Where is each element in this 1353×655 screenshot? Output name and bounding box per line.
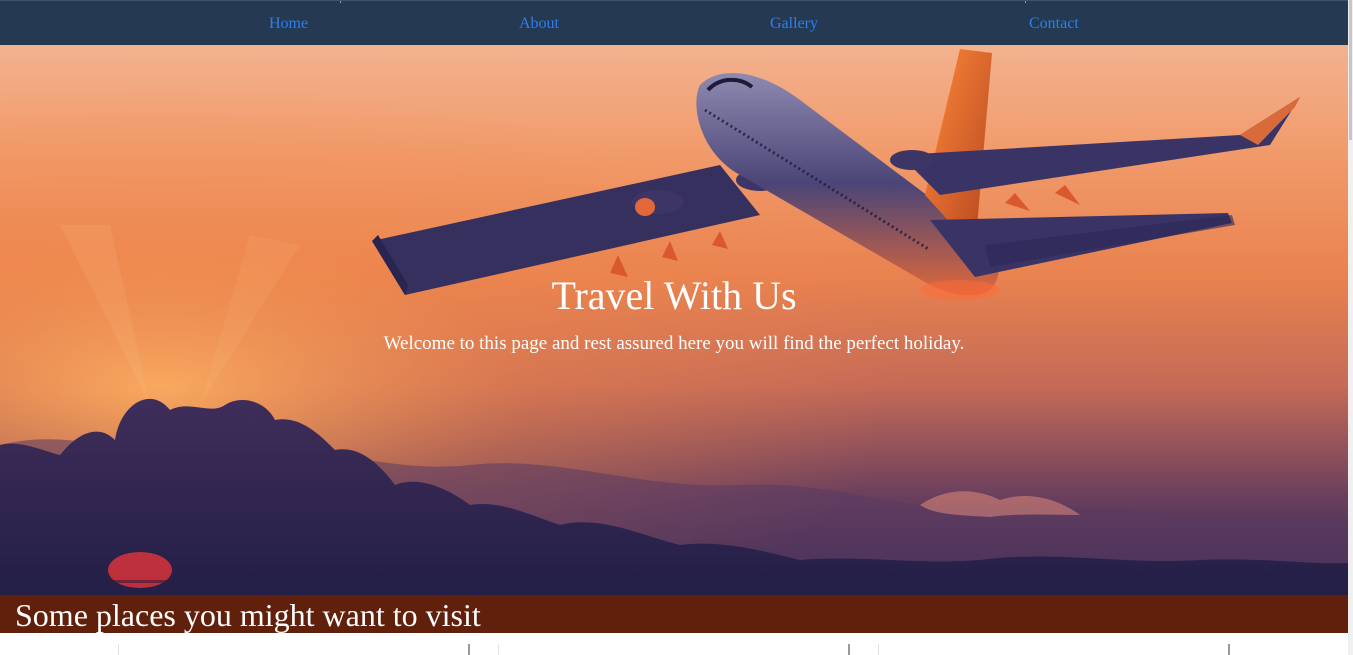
- nav-divider: [1025, 1, 1026, 3]
- nav-link-gallery[interactable]: Gallery: [770, 15, 818, 33]
- hero-section: Travel With Us Welcome to this page and …: [0, 45, 1348, 595]
- nav-link-about[interactable]: About: [519, 15, 559, 33]
- nav-link-home[interactable]: Home: [269, 15, 308, 33]
- page-scrollbar[interactable]: [1348, 0, 1353, 655]
- airplane-sunset-image: [0, 45, 1348, 595]
- nav-link-contact[interactable]: Contact: [1029, 15, 1079, 33]
- nav-divider: [340, 1, 341, 3]
- place-card[interactable]: [498, 644, 850, 655]
- places-heading: Some places you might want to visit: [15, 597, 481, 633]
- top-navbar: Home About Gallery Contact: [0, 0, 1348, 45]
- place-card[interactable]: [118, 644, 470, 655]
- places-heading-band: Some places you might want to visit: [0, 595, 1348, 633]
- page: Home About Gallery Contact Travel With U…: [0, 0, 1353, 655]
- hero-subtitle: Welcome to this page and rest assured he…: [383, 333, 965, 354]
- hero-title: Travel With Us: [551, 273, 797, 318]
- place-card[interactable]: [878, 644, 1230, 655]
- scrollbar-thumb[interactable]: [1349, 0, 1352, 140]
